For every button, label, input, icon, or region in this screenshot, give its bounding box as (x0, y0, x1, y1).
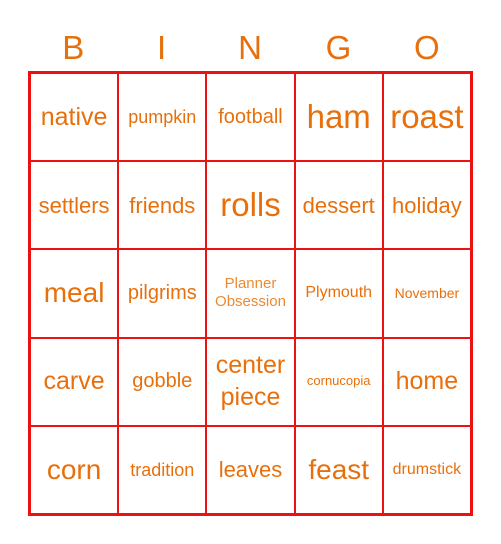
bingo-cell[interactable]: center piece (206, 337, 295, 426)
bingo-header: B I N G O (29, 28, 471, 68)
bingo-cell[interactable]: cornucopia (294, 337, 383, 426)
header-letter-n: N (238, 29, 262, 66)
bingo-cell[interactable]: pumpkin (118, 73, 207, 162)
bingo-cell[interactable]: tradition (118, 425, 207, 514)
bingo-cell[interactable]: football (206, 73, 295, 162)
bingo-cell[interactable]: Plymouth (294, 249, 383, 338)
bingo-cell[interactable]: meal (30, 249, 119, 338)
free-space-cell[interactable]: Planner Obsession (206, 249, 295, 338)
bingo-cell[interactable]: carve (30, 337, 119, 426)
header-letter-i: I (157, 29, 167, 66)
bingo-cell[interactable]: drumstick (382, 425, 471, 514)
bingo-cell[interactable]: November (382, 249, 471, 338)
bingo-cell[interactable]: dessert (294, 161, 383, 250)
bingo-cell[interactable]: corn (30, 425, 119, 514)
bingo-cell[interactable]: leaves (206, 425, 295, 514)
bingo-cell[interactable]: rolls (206, 161, 295, 250)
bingo-card: native pumpkin football ham roast settle… (28, 71, 473, 516)
bingo-cell[interactable]: pilgrims (118, 249, 207, 338)
header-letter-o: O (413, 29, 440, 66)
cell-line2: piece (220, 382, 281, 411)
free-space-line2: Obsession (215, 293, 286, 311)
bingo-cell[interactable]: settlers (30, 161, 119, 250)
bingo-cell[interactable]: native (30, 73, 119, 162)
bingo-cell[interactable]: home (382, 337, 471, 426)
bingo-cell[interactable]: feast (294, 425, 383, 514)
header-letter-g: G (325, 29, 352, 66)
cell-line1: center (215, 351, 286, 380)
bingo-cell[interactable]: ham (294, 73, 383, 162)
header-letter-b: B (62, 29, 85, 66)
bingo-cell[interactable]: gobble (118, 337, 207, 426)
bingo-cell[interactable]: friends (118, 161, 207, 250)
bingo-cell[interactable]: roast (382, 73, 471, 162)
free-space-line1: Planner (224, 275, 277, 293)
bingo-cell[interactable]: holiday (382, 161, 471, 250)
